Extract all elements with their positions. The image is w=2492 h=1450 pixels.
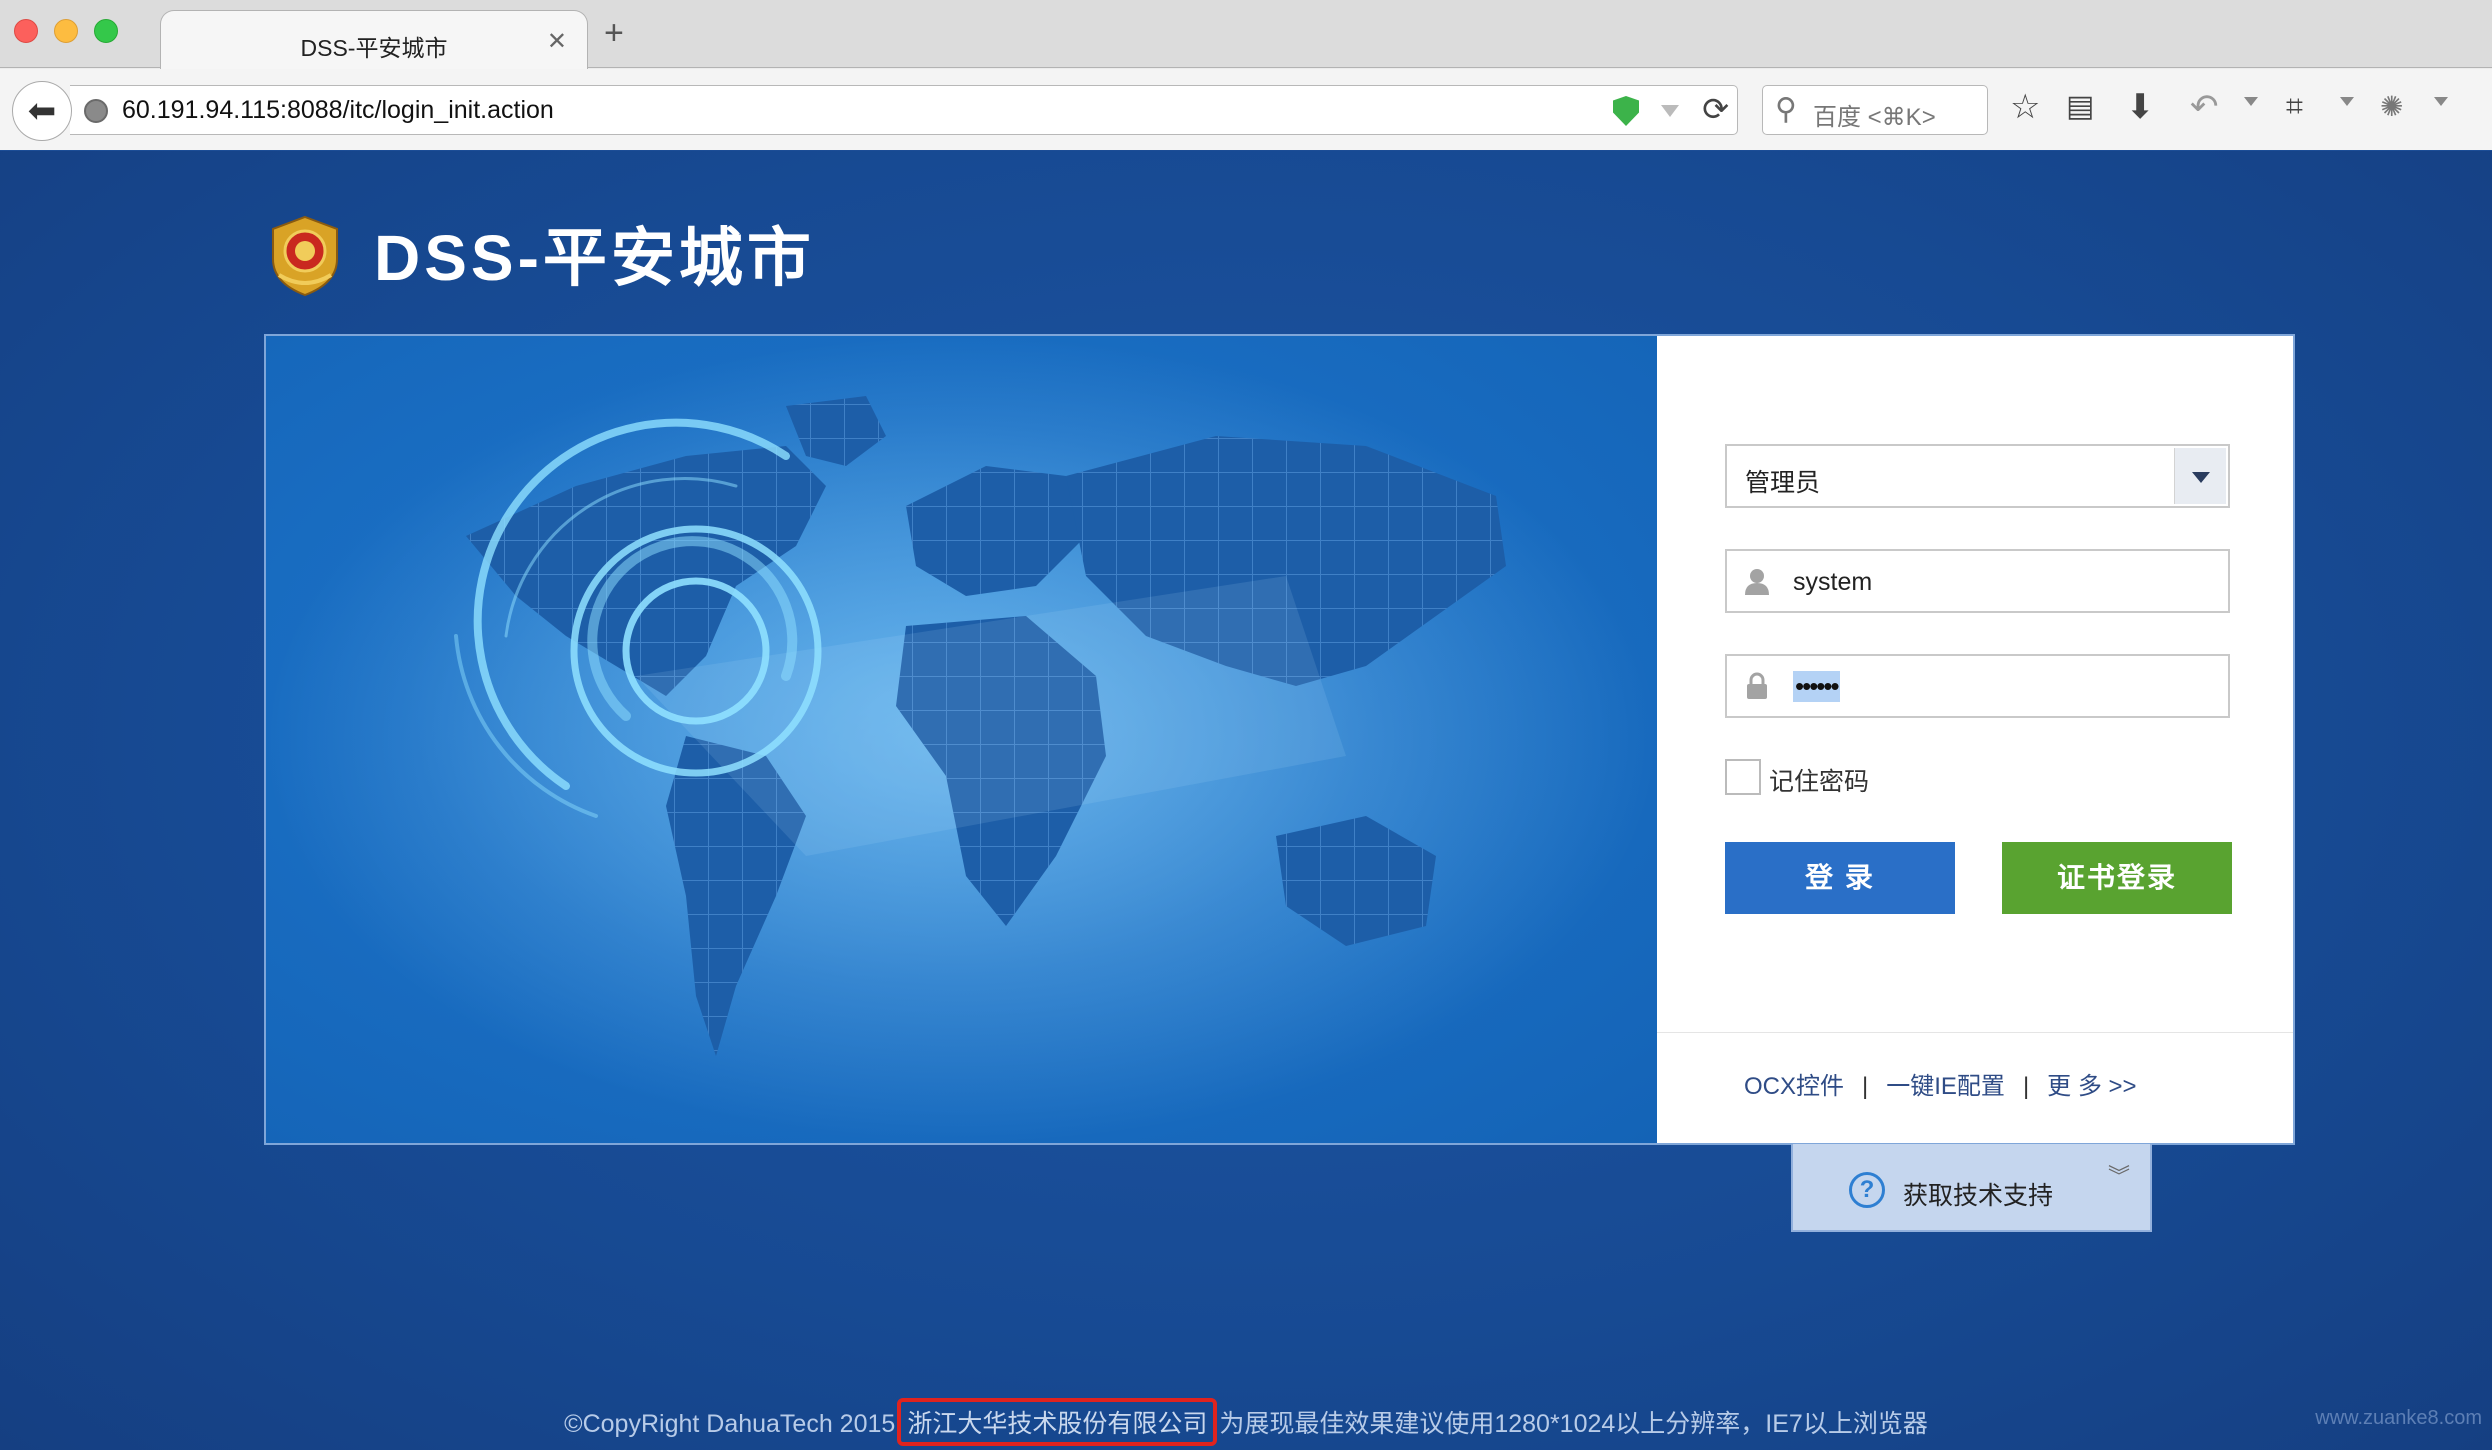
chevron-double-down-icon[interactable]: ︾ xyxy=(2108,1166,2130,1188)
search-bar[interactable]: ⚲ 百度 <⌘K> xyxy=(1762,85,1988,135)
link-separator: | xyxy=(1862,1073,1869,1100)
company-name-highlight: 浙江大华技术股份有限公司 xyxy=(897,1398,1218,1446)
extension-icon[interactable]: ✺ xyxy=(2380,87,2403,127)
resolution-notice: 为展现最佳效果建议使用1280*1024以上分辨率，IE7以上浏览器 xyxy=(1219,1410,1928,1438)
tech-support-label: 获取技术支持 xyxy=(1903,1182,2054,1210)
role-select[interactable]: 管理员 xyxy=(1725,444,2230,508)
search-icon: ⚲ xyxy=(1775,93,1797,126)
login-button[interactable]: 登 录 xyxy=(1725,842,1955,914)
remember-password-checkbox[interactable] xyxy=(1725,759,1761,795)
footer: ©CopyRight DahuaTech 2015 浙江大华技术股份有限公司 为展现… xyxy=(0,1398,2492,1446)
helper-links: OCX控件 | 一键IE配置 | 更 多 >> xyxy=(1744,1066,2151,1101)
login-form: 管理员 system •••••• 记住密码 登 录 证书登录 OCX控件 | … xyxy=(1657,336,2293,1143)
crop-icon[interactable]: ⌗ xyxy=(2286,87,2303,127)
login-panel: 管理员 system •••••• 记住密码 登 录 证书登录 OCX控件 | … xyxy=(264,334,2295,1145)
search-placeholder: 百度 <⌘K> xyxy=(1813,104,1936,131)
maximize-window-button[interactable] xyxy=(94,19,118,43)
new-tab-button[interactable]: + xyxy=(604,16,624,50)
undo-icon[interactable]: ↶ xyxy=(2190,87,2219,127)
shield-icon[interactable] xyxy=(1613,96,1639,126)
password-field[interactable]: •••••• xyxy=(1725,654,2230,718)
url-dropdown-icon[interactable] xyxy=(1661,105,1679,117)
minimize-window-button[interactable] xyxy=(54,19,78,43)
world-map-graphic xyxy=(266,336,1657,1143)
back-icon: ⬅ xyxy=(27,92,57,130)
page-body: DSS-平安城市 管理员 system •••••• 记住密码 登 录 证书登录… xyxy=(0,151,2492,1450)
globe-icon xyxy=(84,99,108,123)
tab-dss[interactable]: DSS-平安城市 ✕ xyxy=(160,10,588,69)
user-icon xyxy=(1745,569,1769,595)
star-icon[interactable]: ☆ xyxy=(2010,87,2040,127)
browser-chrome: DSS-平安城市 ✕ + 60.191.94.115:8088/itc/logi… xyxy=(0,0,2492,150)
url-bar[interactable]: 60.191.94.115:8088/itc/login_init.action… xyxy=(70,85,1738,135)
reading-list-icon[interactable]: ▤ xyxy=(2066,87,2094,127)
world-map-banner xyxy=(266,336,1657,1143)
copyright-text: ©CopyRight DahuaTech 2015 xyxy=(564,1410,896,1438)
username-value: system xyxy=(1793,568,1873,596)
lock-icon xyxy=(1747,672,1767,699)
chevron-down-icon[interactable] xyxy=(2174,448,2226,504)
police-emblem-icon xyxy=(272,215,338,297)
username-field[interactable]: system xyxy=(1725,549,2230,613)
remember-password-label: 记住密码 xyxy=(1769,768,1870,796)
tab-close-icon[interactable]: ✕ xyxy=(547,27,567,56)
password-value: •••••• xyxy=(1793,671,1840,702)
tab-strip: DSS-平安城市 ✕ + xyxy=(0,0,2492,69)
divider xyxy=(1657,1032,2293,1033)
tab-title: DSS-平安城市 xyxy=(300,35,448,61)
help-icon: ? xyxy=(1849,1172,1885,1208)
url-text[interactable]: 60.191.94.115:8088/itc/login_init.action xyxy=(122,96,554,125)
ie-config-link[interactable]: 一键IE配置 xyxy=(1886,1073,2005,1100)
tech-support-tab[interactable]: ? 获取技术支持 ︾ xyxy=(1791,1144,2152,1232)
close-window-button[interactable] xyxy=(14,19,38,43)
crop-dropdown-icon[interactable] xyxy=(2340,97,2354,106)
ocx-control-link[interactable]: OCX控件 xyxy=(1744,1073,1844,1100)
download-icon[interactable]: ⬇ xyxy=(2126,87,2155,127)
undo-dropdown-icon[interactable] xyxy=(2244,97,2258,106)
role-select-value: 管理员 xyxy=(1745,469,1821,497)
watermark: www.zuanke8.com xyxy=(2315,1407,2482,1429)
cert-login-button[interactable]: 证书登录 xyxy=(2002,842,2232,914)
page-title: DSS-平安城市 xyxy=(374,222,815,294)
reload-icon[interactable]: ⟳ xyxy=(1702,90,1729,128)
link-separator: | xyxy=(2022,1073,2030,1100)
extension-dropdown-icon[interactable] xyxy=(2434,97,2448,106)
back-button[interactable]: ⬅ xyxy=(12,81,72,141)
nav-toolbar: 60.191.94.115:8088/itc/login_init.action… xyxy=(0,69,2492,150)
more-link[interactable]: 更 多 >> xyxy=(2047,1073,2136,1100)
